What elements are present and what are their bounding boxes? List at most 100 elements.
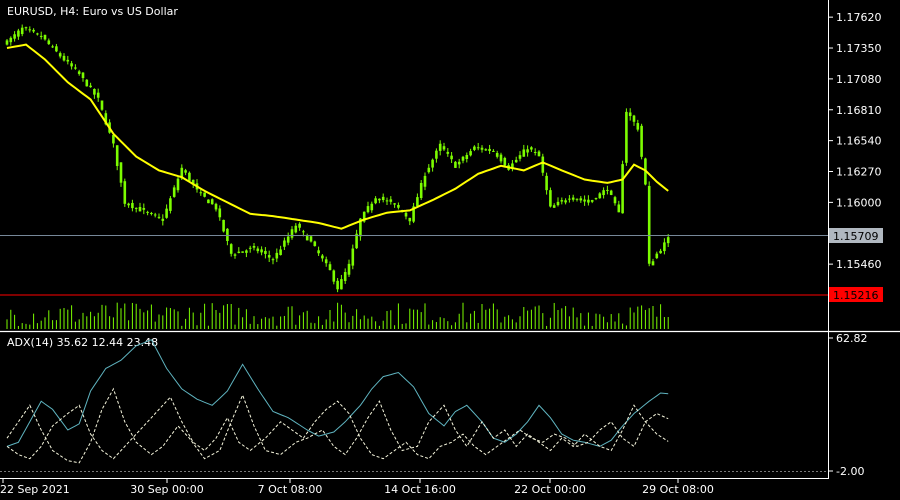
candle-body: [454, 161, 457, 168]
candle-body: [370, 203, 374, 211]
candle: [123, 178, 127, 207]
candle-body: [264, 250, 267, 254]
candle-body: [537, 151, 541, 157]
candle-body: [594, 198, 598, 200]
candle-body: [666, 237, 670, 244]
candle-body: [613, 197, 617, 204]
candle-body: [112, 134, 115, 144]
candle: [85, 79, 89, 87]
candle-body: [81, 72, 85, 79]
candle-body: [188, 172, 191, 181]
candle: [625, 108, 628, 166]
level-label[interactable]: 1.15216: [829, 287, 883, 302]
candle-body: [119, 162, 123, 183]
candle-body: [328, 264, 332, 271]
candle-body: [74, 67, 77, 69]
candle-body: [533, 151, 537, 153]
candle-body: [385, 200, 389, 202]
candle-body: [389, 199, 393, 202]
price-tick-label: 1.16810: [836, 104, 882, 117]
candle-body: [435, 150, 438, 159]
candle-body: [366, 206, 370, 213]
candle-body: [51, 46, 54, 48]
candle-body: [127, 203, 130, 206]
adx-tick-label: 62.82: [836, 332, 868, 345]
candle-body: [408, 217, 412, 222]
price-pane[interactable]: EURUSD, H4: Euro vs US Dollar: [0, 0, 828, 330]
candle-body: [484, 149, 488, 151]
candle-body: [374, 198, 377, 204]
candle-body: [66, 59, 70, 62]
candle: [541, 153, 545, 176]
candle-body: [260, 249, 263, 253]
candle-body: [24, 27, 28, 29]
candle-body: [552, 205, 556, 208]
candle-body: [138, 207, 142, 212]
candle: [621, 160, 624, 214]
candle-body: [123, 181, 127, 204]
candle-body: [663, 242, 666, 252]
candle-body: [647, 185, 651, 264]
candle-body: [286, 236, 290, 243]
candle-body: [305, 235, 309, 241]
price-axis-ticks: 1.17620 1.17350 1.17080 1.16810 1.16540 1.162…: [828, 11, 882, 478]
candle-body: [218, 208, 222, 218]
candle-body: [313, 241, 317, 247]
candle-body: [416, 197, 419, 207]
candle-body: [169, 198, 172, 211]
candle: [313, 240, 317, 247]
candle-body: [419, 182, 423, 199]
candle-body: [294, 225, 298, 233]
candle-body: [55, 46, 58, 52]
candle-body: [404, 212, 408, 217]
candle-body: [579, 198, 583, 201]
price-tick-label: 1.15460: [836, 258, 882, 271]
candle: [210, 198, 214, 205]
adx-tick-label: -2.00: [836, 465, 864, 478]
adx-pane[interactable]: ADX(14) 35.62 12.44 23.48: [0, 336, 828, 472]
candle-body: [290, 229, 294, 238]
chart-canvas[interactable]: EURUSD, H4: Euro vs US Dollar ADX(14) 35…: [0, 0, 900, 500]
candle-body: [431, 159, 434, 168]
candle-body: [598, 193, 602, 199]
candle-body: [636, 123, 640, 130]
candle-body: [397, 204, 400, 208]
candle-body: [556, 201, 560, 206]
candle-body: [640, 125, 643, 157]
candle-body: [245, 250, 248, 253]
candle-body: [480, 147, 484, 150]
candle-body: [85, 79, 89, 87]
candle: [647, 181, 651, 267]
time-tick-label: 22 Sep 2021: [0, 483, 70, 496]
candle-body: [93, 88, 96, 95]
candle: [241, 251, 244, 253]
candle-body: [343, 272, 347, 281]
candle: [549, 187, 552, 208]
candle-body: [165, 208, 168, 218]
candle-body: [503, 157, 507, 166]
candle-body: [609, 190, 613, 195]
candle-body: [283, 240, 286, 247]
candle-body: [89, 85, 92, 88]
candle-body: [347, 263, 351, 275]
adx-line: [6, 339, 669, 447]
candle-body: [530, 147, 533, 150]
candle-body: [20, 27, 24, 35]
candle-body: [393, 203, 396, 205]
candle-body: [488, 148, 491, 152]
candle-body: [571, 197, 575, 200]
minus_di-line: [6, 396, 669, 460]
candle-body: [36, 33, 39, 35]
candle-body: [210, 199, 214, 205]
candle: [362, 211, 366, 223]
candle-body: [252, 246, 256, 248]
candle-body: [568, 198, 571, 200]
candle-body: [5, 40, 9, 45]
candle-body: [545, 175, 548, 191]
candle-body: [17, 30, 20, 37]
candle-body: [203, 192, 206, 197]
current-price-label-text: 1.15709: [833, 230, 879, 243]
candle-body: [229, 244, 233, 254]
candle-body: [146, 211, 149, 213]
candle-body: [309, 236, 313, 242]
